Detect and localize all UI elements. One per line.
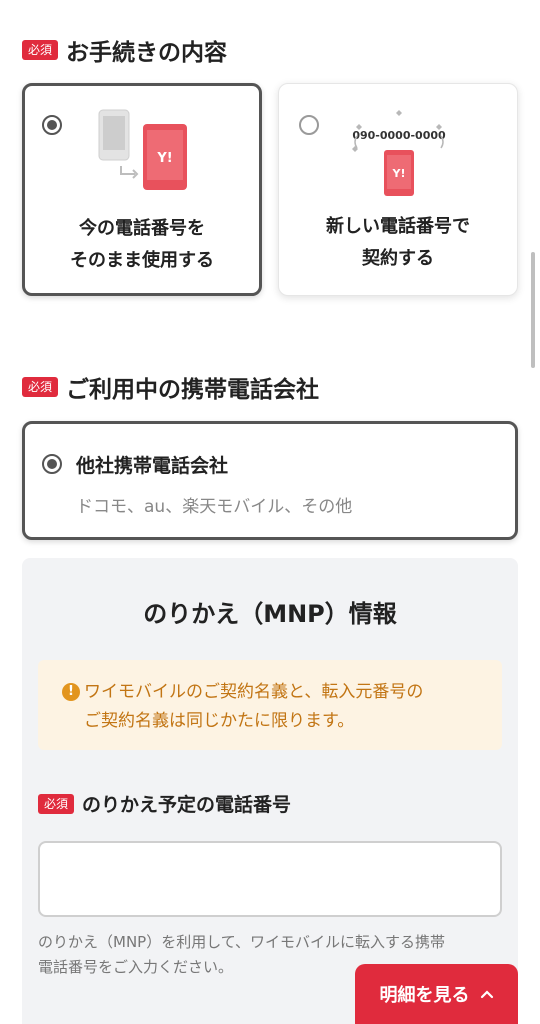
phone-field-label-text: のりかえ予定の電話番号 — [82, 794, 292, 816]
notice-line1: ワイモバイルのご契約名義と、転入元番号の — [84, 682, 424, 702]
option-new-number[interactable]: 090-0000-0000 Y! 新しい電話番号で 契約する — [278, 83, 518, 296]
sample-number-text: 090-0000-0000 — [352, 129, 446, 142]
help-line1: のりかえ（MNP）を利用して、ワイモバイルに転入する携帯 — [38, 933, 446, 951]
option-keep-number[interactable]: Y! 今の電話番号を そのまま使用する — [22, 83, 262, 296]
view-details-button[interactable]: 明細を見る — [355, 964, 518, 1024]
carrier-section-title: 必須 ご利用中の携帯電話会社 — [22, 370, 319, 404]
option-label-line1: 今の電話番号を — [79, 218, 205, 239]
carrier-option-title: 他社携帯電話会社 — [76, 455, 229, 477]
option-label-line2: 契約する — [362, 248, 434, 269]
notice-line2: ご契約名義は同じかたに限ります。 — [84, 711, 355, 731]
option-label: 今の電話番号を そのまま使用する — [25, 213, 259, 277]
mnp-title: のりかえ（MNP）情報 — [143, 600, 397, 628]
chevron-up-icon — [480, 990, 493, 999]
new-number-illustration: 090-0000-0000 Y! — [352, 110, 446, 196]
yahoo-logo-text: Y! — [156, 151, 172, 166]
scrollbar-thumb[interactable] — [531, 252, 535, 368]
option-label: 新しい電話番号で 契約する — [279, 211, 517, 275]
mnp-phone-number-input[interactable] — [38, 841, 502, 917]
required-badge: 必須 — [22, 40, 59, 60]
required-badge: 必須 — [22, 377, 59, 397]
radio-button-unselected[interactable] — [299, 115, 319, 135]
section-title-text: ご利用中の携帯電話会社 — [66, 377, 320, 403]
section-title-text: お手続きの内容 — [66, 40, 228, 66]
yahoo-logo-text: Y! — [392, 167, 406, 180]
procedure-section-title: 必須 お手続きの内容 — [22, 33, 227, 67]
carrier-option-subtitle: ドコモ、au、楽天モバイル、その他 — [76, 497, 353, 517]
phone-transfer-illustration: Y! — [98, 109, 187, 190]
notice-text: ワイモバイルのご契約名義と、転入元番号の ご契約名義は同じかたに限ります。 — [84, 678, 484, 736]
view-details-label: 明細を見る — [379, 985, 470, 1006]
radio-button-selected[interactable] — [42, 454, 62, 474]
phone-field-label: 必須 のりかえ予定の電話番号 — [38, 790, 291, 817]
mnp-info-panel: のりかえ（MNP）情報 ! ワイモバイルのご契約名義と、転入元番号の ご契約名義… — [22, 558, 518, 1024]
option-label-line1: 新しい電話番号で — [326, 216, 470, 237]
required-badge: 必須 — [38, 793, 75, 814]
warning-icon: ! — [62, 683, 80, 701]
option-label-line2: そのまま使用する — [70, 250, 214, 271]
notice-box: ! ワイモバイルのご契約名義と、転入元番号の ご契約名義は同じかたに限ります。 — [38, 660, 502, 750]
radio-button-selected[interactable] — [42, 115, 62, 135]
option-other-carrier[interactable]: 他社携帯電話会社 ドコモ、au、楽天モバイル、その他 — [22, 421, 518, 540]
